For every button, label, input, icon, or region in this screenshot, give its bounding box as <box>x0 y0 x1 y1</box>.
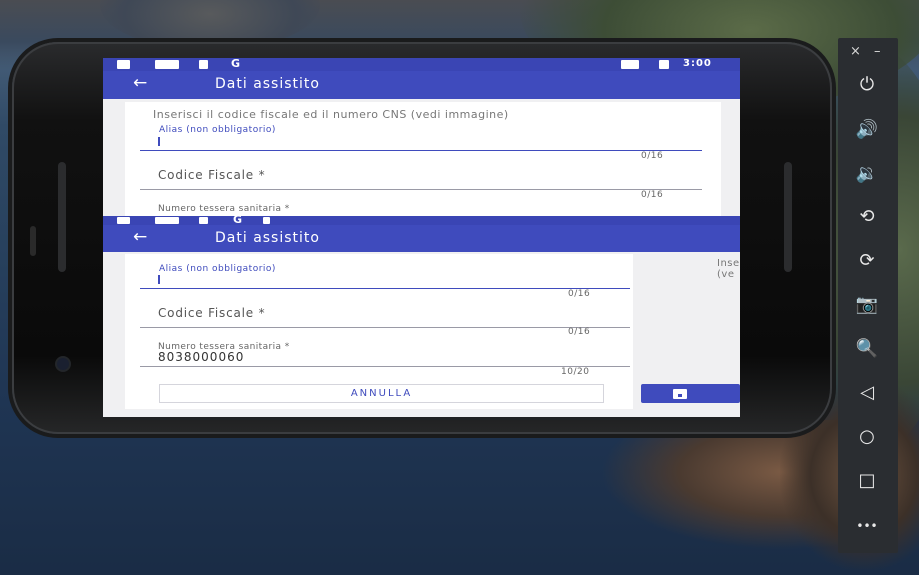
save-button[interactable] <box>641 384 740 403</box>
volume-down-icon: 🔉 <box>855 163 879 184</box>
tessera-input[interactable]: 8038000060 <box>158 350 244 364</box>
tessera-underline <box>140 366 630 367</box>
tessera-counter: 10/20 <box>561 367 590 377</box>
tessera-label: Numero tessera sanitaria * <box>158 204 290 214</box>
rotate-left-button[interactable]: ⟲ <box>847 200 887 234</box>
sd-card-icon <box>199 60 208 69</box>
back-button[interactable]: ◁ <box>847 376 887 410</box>
notification-icon <box>155 60 179 69</box>
rotate-right-icon: ⟳ <box>859 250 875 271</box>
alias-counter: 0/16 <box>568 289 591 299</box>
notification-icon <box>263 217 270 224</box>
phone-side-button <box>30 226 36 256</box>
status-bar: G 3:00 <box>103 58 740 71</box>
alias-input[interactable] <box>140 288 630 289</box>
emulator-toolbar: × – ⏻ 🔊 🔉 ⟲ ⟳ 📷 🔍 ◁ ○ □ ••• <box>838 38 898 553</box>
rotate-left-icon: ⟲ <box>859 206 875 227</box>
status-bar: G <box>103 213 740 226</box>
notification-icon <box>155 217 179 224</box>
instruction-text: Inserisci il codice fiscale ed il numero… <box>153 108 509 121</box>
save-icon <box>673 389 687 399</box>
codice-fiscale-input[interactable]: Codice Fiscale * <box>158 168 265 182</box>
notification-icon <box>117 60 130 69</box>
app-bar: ← Dati assistito <box>103 225 740 252</box>
alias-counter: 0/16 <box>641 151 664 161</box>
volume-down-button[interactable]: 🔉 <box>847 157 887 191</box>
codice-fiscale-underline <box>140 327 630 328</box>
alias-label: Alias (non obbligatorio) <box>159 264 276 274</box>
zoom-button[interactable]: 🔍 <box>847 332 887 366</box>
cancel-button[interactable]: ANNULLA <box>159 384 604 403</box>
camera-button[interactable]: 📷 <box>847 288 887 322</box>
rotate-right-button[interactable]: ⟳ <box>847 244 887 278</box>
codice-fiscale-counter: 0/16 <box>641 190 664 200</box>
codice-fiscale-underline <box>140 189 702 190</box>
phone-speaker <box>58 162 66 272</box>
alias-label: Alias (non obbligatorio) <box>159 125 276 135</box>
google-icon: G <box>231 58 241 70</box>
more-icon: ••• <box>856 519 878 533</box>
home-button[interactable]: ○ <box>847 420 887 454</box>
instruction-text-fragment: Inse <box>717 258 740 269</box>
battery-icon <box>659 60 669 69</box>
volume-up-button[interactable]: 🔊 <box>847 113 887 147</box>
page-title: Dati assistito <box>215 76 320 92</box>
back-icon: ◁ <box>860 382 874 403</box>
instruction-text-fragment: (ve <box>717 269 735 280</box>
text-cursor <box>158 137 160 146</box>
app-bar: ← Dati assistito <box>103 71 740 99</box>
codice-fiscale-counter: 0/16 <box>568 327 591 337</box>
power-button[interactable]: ⏻ <box>847 68 887 102</box>
page-title: Dati assistito <box>215 230 320 246</box>
notification-icon <box>117 217 130 224</box>
overview-button[interactable]: □ <box>847 464 887 498</box>
signal-icon <box>621 60 639 69</box>
phone-front-camera <box>57 358 69 370</box>
codice-fiscale-input[interactable]: Codice Fiscale * <box>158 306 265 320</box>
phone-speaker <box>784 162 792 272</box>
power-icon: ⏻ <box>859 74 875 95</box>
home-icon: ○ <box>859 426 875 447</box>
alias-input[interactable] <box>140 150 702 151</box>
status-time: 3:00 <box>683 58 712 69</box>
phone-screen[interactable]: G 3:00 ← Dati assistito Inserisci il cod… <box>103 58 740 417</box>
text-cursor <box>158 275 160 284</box>
back-arrow-icon[interactable]: ← <box>133 227 147 247</box>
zoom-icon: 🔍 <box>855 338 879 359</box>
more-button[interactable]: ••• <box>847 508 887 542</box>
minimize-icon[interactable]: – <box>874 44 881 59</box>
camera-icon: 📷 <box>855 294 879 315</box>
close-icon[interactable]: × <box>850 44 861 59</box>
back-arrow-icon[interactable]: ← <box>133 73 147 93</box>
volume-up-icon: 🔊 <box>855 119 879 140</box>
overview-icon: □ <box>858 470 876 491</box>
sd-card-icon <box>199 217 208 224</box>
